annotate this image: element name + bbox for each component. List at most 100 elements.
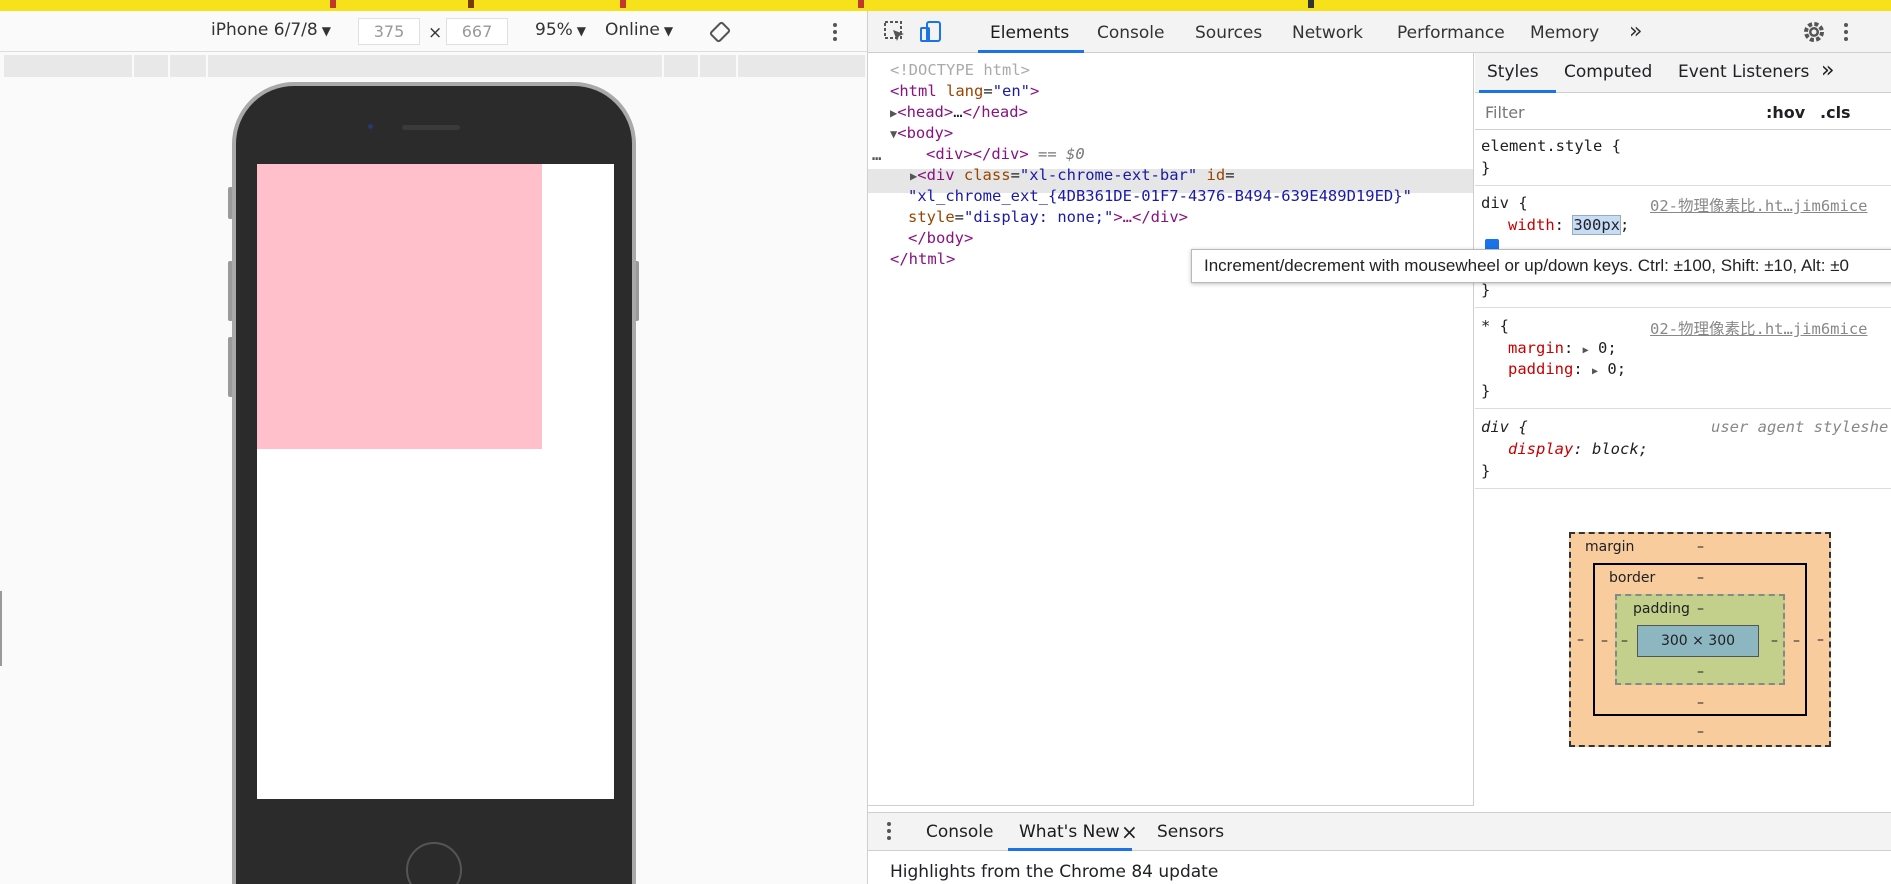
pink-div-box[interactable] (257, 164, 542, 449)
property-value[interactable]: 0 (1598, 339, 1607, 357)
element-style-selector[interactable]: element.style { (1481, 137, 1621, 155)
more-vert-icon[interactable] (1843, 19, 1869, 45)
width-declaration[interactable]: width: 300px; (1508, 215, 1629, 235)
network-throttle-select[interactable]: Online ▼ (605, 20, 673, 40)
attr-value: "xl_chrome_ext_{4DB361DE-01F7-4376-B494-… (908, 187, 1412, 205)
star-rule-selector[interactable]: * { (1481, 317, 1509, 335)
declaration-checkbox[interactable] (1485, 239, 1499, 249)
active-tab-indicator (1479, 90, 1556, 93)
drawer-tab-sensors[interactable]: Sensors (1157, 822, 1224, 842)
tab-computed[interactable]: Computed (1564, 62, 1652, 82)
margin-declaration[interactable]: margin: ▶ 0; (1508, 339, 1617, 357)
media-query-bar[interactable] (4, 55, 865, 77)
tab-event-listeners[interactable]: Event Listeners (1678, 62, 1809, 82)
ua-stylesheet-label: user agent styleshe (1711, 418, 1889, 436)
media-query-segment[interactable] (4, 55, 134, 77)
node-actions-icon[interactable]: … (872, 146, 881, 164)
tab-network[interactable]: Network (1292, 23, 1363, 43)
attr-value: "xl-chrome-ext-bar" (1019, 166, 1198, 184)
border-left-value[interactable]: – (1601, 633, 1608, 649)
head-node[interactable]: ▶<head>…</head> (890, 103, 1028, 121)
drawer-tab-whats-new[interactable]: What's New (1019, 822, 1120, 842)
rotate-icon[interactable] (709, 21, 731, 47)
property-value-editor[interactable]: 300px (1572, 215, 1622, 235)
property-name: margin (1508, 339, 1564, 357)
body-node[interactable]: ▼<body> (890, 124, 953, 142)
drawer-menu-icon[interactable] (886, 820, 892, 847)
drawer-tab-console[interactable]: Console (926, 822, 994, 842)
close-icon[interactable]: × (1121, 820, 1138, 844)
expand-arrow-icon[interactable]: ▶ (1592, 366, 1598, 377)
margin-right-value[interactable]: – (1817, 632, 1824, 648)
tab-elements[interactable]: Elements (990, 23, 1069, 43)
phone-screen[interactable] (257, 164, 614, 799)
rule-source-link[interactable]: 02-物理像素比.ht…jim6mice (1650, 317, 1867, 339)
ext-div-node[interactable]: ▶<div class="xl-chrome-ext-bar" id= (910, 166, 1235, 184)
more-vert-icon[interactable] (832, 21, 838, 47)
margin-left-value[interactable]: – (1577, 632, 1584, 648)
expand-arrow-icon[interactable]: ▶ (1583, 345, 1589, 356)
viewport-height-input[interactable]: 667 (446, 18, 508, 45)
media-query-segment[interactable] (170, 55, 208, 77)
tag-name: <head> (897, 103, 954, 121)
div-rule-selector[interactable]: div { (1481, 194, 1528, 212)
padding-declaration[interactable]: padding: ▶ 0; (1508, 360, 1626, 378)
tab-performance[interactable]: Performance (1397, 23, 1505, 43)
selected-div-node[interactable]: <div></div> == $0 (926, 145, 1085, 163)
border-top-value[interactable]: – (1697, 570, 1704, 586)
media-query-segment[interactable] (664, 55, 700, 77)
tab-memory[interactable]: Memory (1530, 23, 1599, 43)
styles-filter-input[interactable]: Filter (1485, 103, 1525, 122)
devtools-panel: Elements Console Sources Network Perform… (868, 11, 1891, 884)
body-close-node[interactable]: </body> (908, 229, 973, 247)
property-name: width (1508, 216, 1555, 234)
phone-speaker (402, 125, 460, 130)
border-right-value[interactable]: – (1793, 633, 1800, 649)
hov-toggle[interactable]: :hov (1766, 103, 1805, 122)
more-tabs-icon[interactable]: » (1821, 58, 1834, 83)
box-model-diagram[interactable]: margin – – – – border – – – – padding – … (1569, 532, 1831, 747)
rule-close-brace: } (1481, 382, 1491, 400)
tab-console[interactable]: Console (1097, 23, 1165, 43)
media-query-segment[interactable] (208, 55, 664, 77)
gear-icon[interactable] (1801, 19, 1827, 45)
html-close-node[interactable]: </html> (890, 250, 955, 268)
network-value: Online (605, 20, 660, 40)
dom-tree-panel[interactable]: <!DOCTYPE html> <html lang="en"> ▶<head>… (868, 53, 1474, 842)
styles-tab-bar: Styles Computed Event Listeners » (1475, 53, 1891, 93)
box-model-content[interactable]: 300 × 300 (1637, 625, 1759, 657)
margin-top-value[interactable]: – (1697, 539, 1704, 555)
media-query-segment[interactable] (134, 55, 170, 77)
tab-favicon (1308, 0, 1314, 8)
attr-value: "display: none;" (964, 208, 1114, 226)
cls-toggle[interactable]: .cls (1820, 103, 1851, 122)
margin-bottom-value[interactable]: – (1697, 724, 1704, 740)
rule-source-link[interactable]: 02-物理像素比.ht…jim6mice (1650, 194, 1867, 216)
attr-name: style (908, 208, 955, 226)
padding-top-value[interactable]: – (1697, 601, 1704, 617)
viewport-width-input[interactable]: 375 (358, 18, 420, 45)
tab-favicon (858, 0, 864, 8)
tag-name: <div></div> (926, 145, 1029, 163)
media-query-segment[interactable] (700, 55, 738, 77)
padding-left-value[interactable]: – (1621, 633, 1628, 649)
display-declaration: display: block; (1508, 440, 1649, 458)
device-toolbar-icon[interactable] (918, 19, 944, 45)
doctype-node[interactable]: <!DOCTYPE html> (890, 61, 1030, 79)
padding-bottom-value[interactable]: – (1697, 664, 1704, 680)
zoom-select[interactable]: 95% ▼ (535, 20, 586, 40)
inspect-element-icon[interactable] (882, 19, 908, 45)
border-label: border (1609, 570, 1656, 586)
more-tabs-icon[interactable]: » (1629, 19, 1642, 44)
tab-styles[interactable]: Styles (1487, 62, 1539, 82)
resize-handle[interactable] (0, 591, 2, 666)
property-name: display (1508, 440, 1574, 458)
border-bottom-value[interactable]: – (1697, 695, 1704, 711)
property-value[interactable]: 0 (1607, 360, 1616, 378)
device-select[interactable]: iPhone 6/7/8 ▼ (211, 20, 331, 40)
device-name: iPhone 6/7/8 (211, 20, 318, 40)
tab-sources[interactable]: Sources (1195, 23, 1262, 43)
tab-favicon (620, 0, 626, 8)
padding-right-value[interactable]: – (1771, 633, 1778, 649)
html-node[interactable]: <html lang="en"> (890, 82, 1039, 100)
